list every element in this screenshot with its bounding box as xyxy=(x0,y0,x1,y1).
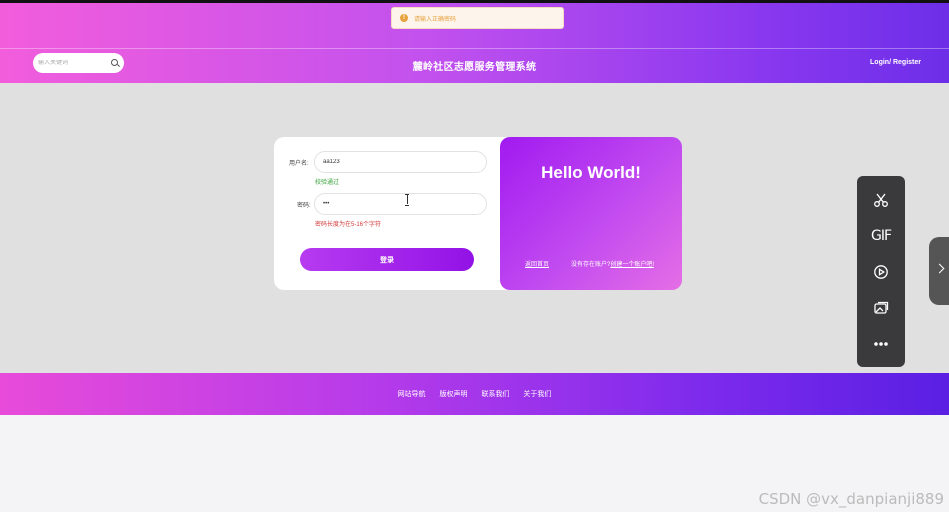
login-link[interactable]: Login xyxy=(870,59,889,66)
warning-toast: ! 请输入正确密码 xyxy=(391,7,564,29)
chevron-right-icon xyxy=(934,263,945,274)
auth-links: Login/ Register xyxy=(870,59,921,66)
username-label: 用户名: xyxy=(289,161,309,167)
footer-nav: 网站导航 版权声明 联系我们 关于我们 xyxy=(0,389,949,399)
no-account-label: 没有存在账户? xyxy=(571,262,611,268)
password-input[interactable] xyxy=(314,193,487,215)
gif-record-button[interactable]: GIF xyxy=(857,224,905,248)
footer-link-about[interactable]: 关于我们 xyxy=(523,391,551,398)
site-title: 麓岭社区志愿服务管理系统 xyxy=(412,62,537,73)
password-error-hint: 密码长度为在5-16个字符 xyxy=(315,222,382,228)
no-account-text: 没有存在账户?创建一个账户吧! xyxy=(571,259,654,268)
more-icon[interactable] xyxy=(857,332,905,356)
watermark: CSDN @vx_danpianji889 xyxy=(758,490,944,508)
screen-record-icon[interactable] xyxy=(857,260,905,284)
screen-capture-toolbox: GIF xyxy=(857,176,905,367)
warning-icon: ! xyxy=(400,14,408,22)
footer-link-copyright[interactable]: 版权声明 xyxy=(440,391,468,398)
side-expand-tab[interactable] xyxy=(929,237,949,305)
text-cursor-icon xyxy=(405,194,409,206)
scissors-icon[interactable] xyxy=(857,188,905,212)
gif-label: GIF xyxy=(870,228,892,244)
footer-link-site-nav[interactable]: 网站导航 xyxy=(398,391,426,398)
register-link[interactable]: Register xyxy=(893,59,921,66)
footer-link-contact[interactable]: 联系我们 xyxy=(481,391,509,398)
login-button[interactable]: 登录 xyxy=(300,248,474,271)
password-label: 密码: xyxy=(297,203,311,209)
screenshot-icon[interactable] xyxy=(857,296,905,320)
header-divider xyxy=(0,48,949,49)
back-home-link[interactable]: 返回首页 xyxy=(525,259,549,268)
username-input[interactable] xyxy=(314,151,487,173)
auth-separator: / xyxy=(889,59,892,66)
create-account-link[interactable]: 创建一个账户吧! xyxy=(610,262,654,268)
welcome-title: Hello World! xyxy=(541,163,641,182)
username-valid-hint: 校验通过 xyxy=(315,180,340,186)
toast-message: 请输入正确密码 xyxy=(414,16,457,23)
